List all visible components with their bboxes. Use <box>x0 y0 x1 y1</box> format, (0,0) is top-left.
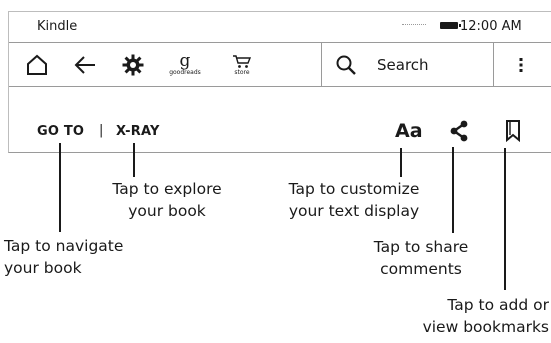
back-arrow-icon <box>74 55 95 74</box>
share-callout-line2: comments <box>380 260 462 278</box>
gear-icon <box>122 54 144 75</box>
goto-button[interactable]: GO TO <box>37 124 84 139</box>
bookmarks-callout: Tap to add or view bookmarks <box>396 294 549 338</box>
search-icon <box>336 55 356 75</box>
xray-button[interactable]: X-RAY <box>116 124 160 139</box>
share-button[interactable] <box>447 119 471 143</box>
font-settings-button[interactable]: Aa <box>395 119 423 143</box>
store-label: store <box>234 68 250 76</box>
bookmark-icon <box>506 120 520 143</box>
share-callout-line1: Tap to share <box>373 238 469 256</box>
reading-bar-separator: | <box>99 123 104 138</box>
explore-callout-line1: Tap to explore <box>112 180 222 198</box>
explore-leader-line <box>133 143 135 177</box>
navigate-leader-line <box>59 143 61 232</box>
battery-icon <box>440 22 461 29</box>
toolbar: g goodreads store Search <box>9 42 551 87</box>
toolbar-divider <box>493 43 494 86</box>
status-bar: Kindle 12:00 AM <box>9 12 551 40</box>
cart-icon <box>233 54 252 68</box>
customize-callout-line2: your text display <box>288 202 420 220</box>
goodreads-label: goodreads <box>169 69 201 76</box>
home-button[interactable] <box>15 43 59 86</box>
goodreads-button[interactable]: g goodreads <box>157 43 213 86</box>
settings-button[interactable] <box>111 43 155 86</box>
navigate-callout-line1: Tap to navigate <box>4 237 124 255</box>
share-callout: Tap to share comments <box>362 236 480 280</box>
clock: 12:00 AM <box>460 19 522 34</box>
menu-button[interactable] <box>499 43 543 86</box>
store-button[interactable]: store <box>217 43 267 86</box>
explore-callout: Tap to explore your book <box>92 178 242 222</box>
back-button[interactable] <box>63 43 107 86</box>
goodreads-logo: g <box>179 51 191 71</box>
customize-leader-line <box>400 148 402 177</box>
bookmarks-callout-line2: view bookmarks <box>422 318 549 336</box>
share-leader-line <box>452 147 454 233</box>
wifi-dots-icon <box>402 24 426 27</box>
home-icon <box>27 54 47 75</box>
bookmark-button[interactable] <box>501 118 525 143</box>
customize-callout-line1: Tap to customize <box>288 180 420 198</box>
navigate-callout: Tap to navigate your book <box>4 235 123 279</box>
explore-callout-line2: your book <box>128 202 206 220</box>
bookmark-leader-line <box>504 148 506 290</box>
app-name: Kindle <box>37 19 78 34</box>
kindle-ui-diagram: Kindle 12:00 AM g goodreads store Search… <box>0 0 551 343</box>
toolbar-divider <box>321 43 322 86</box>
customize-callout: Tap to customize your text display <box>270 178 438 222</box>
search-label: Search <box>377 56 429 74</box>
bookmarks-callout-line1: Tap to add or <box>447 296 549 314</box>
menu-icon <box>519 57 523 72</box>
share-icon <box>450 120 468 142</box>
navigate-callout-line2: your book <box>4 259 82 277</box>
kindle-screen: Kindle 12:00 AM g goodreads store Search… <box>8 11 551 153</box>
